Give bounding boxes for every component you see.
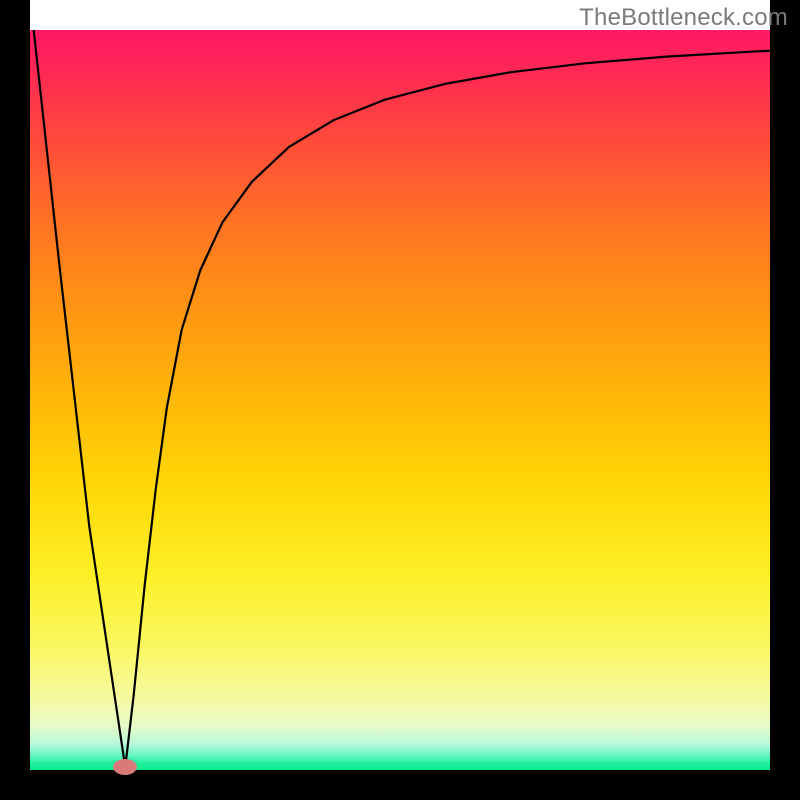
axis-border-left xyxy=(0,0,30,800)
axis-border-right xyxy=(770,0,800,800)
minimum-marker xyxy=(113,759,137,775)
plot-area xyxy=(30,30,770,770)
chart-container: TheBottleneck.com xyxy=(0,0,800,800)
watermark-text: TheBottleneck.com xyxy=(579,4,788,32)
